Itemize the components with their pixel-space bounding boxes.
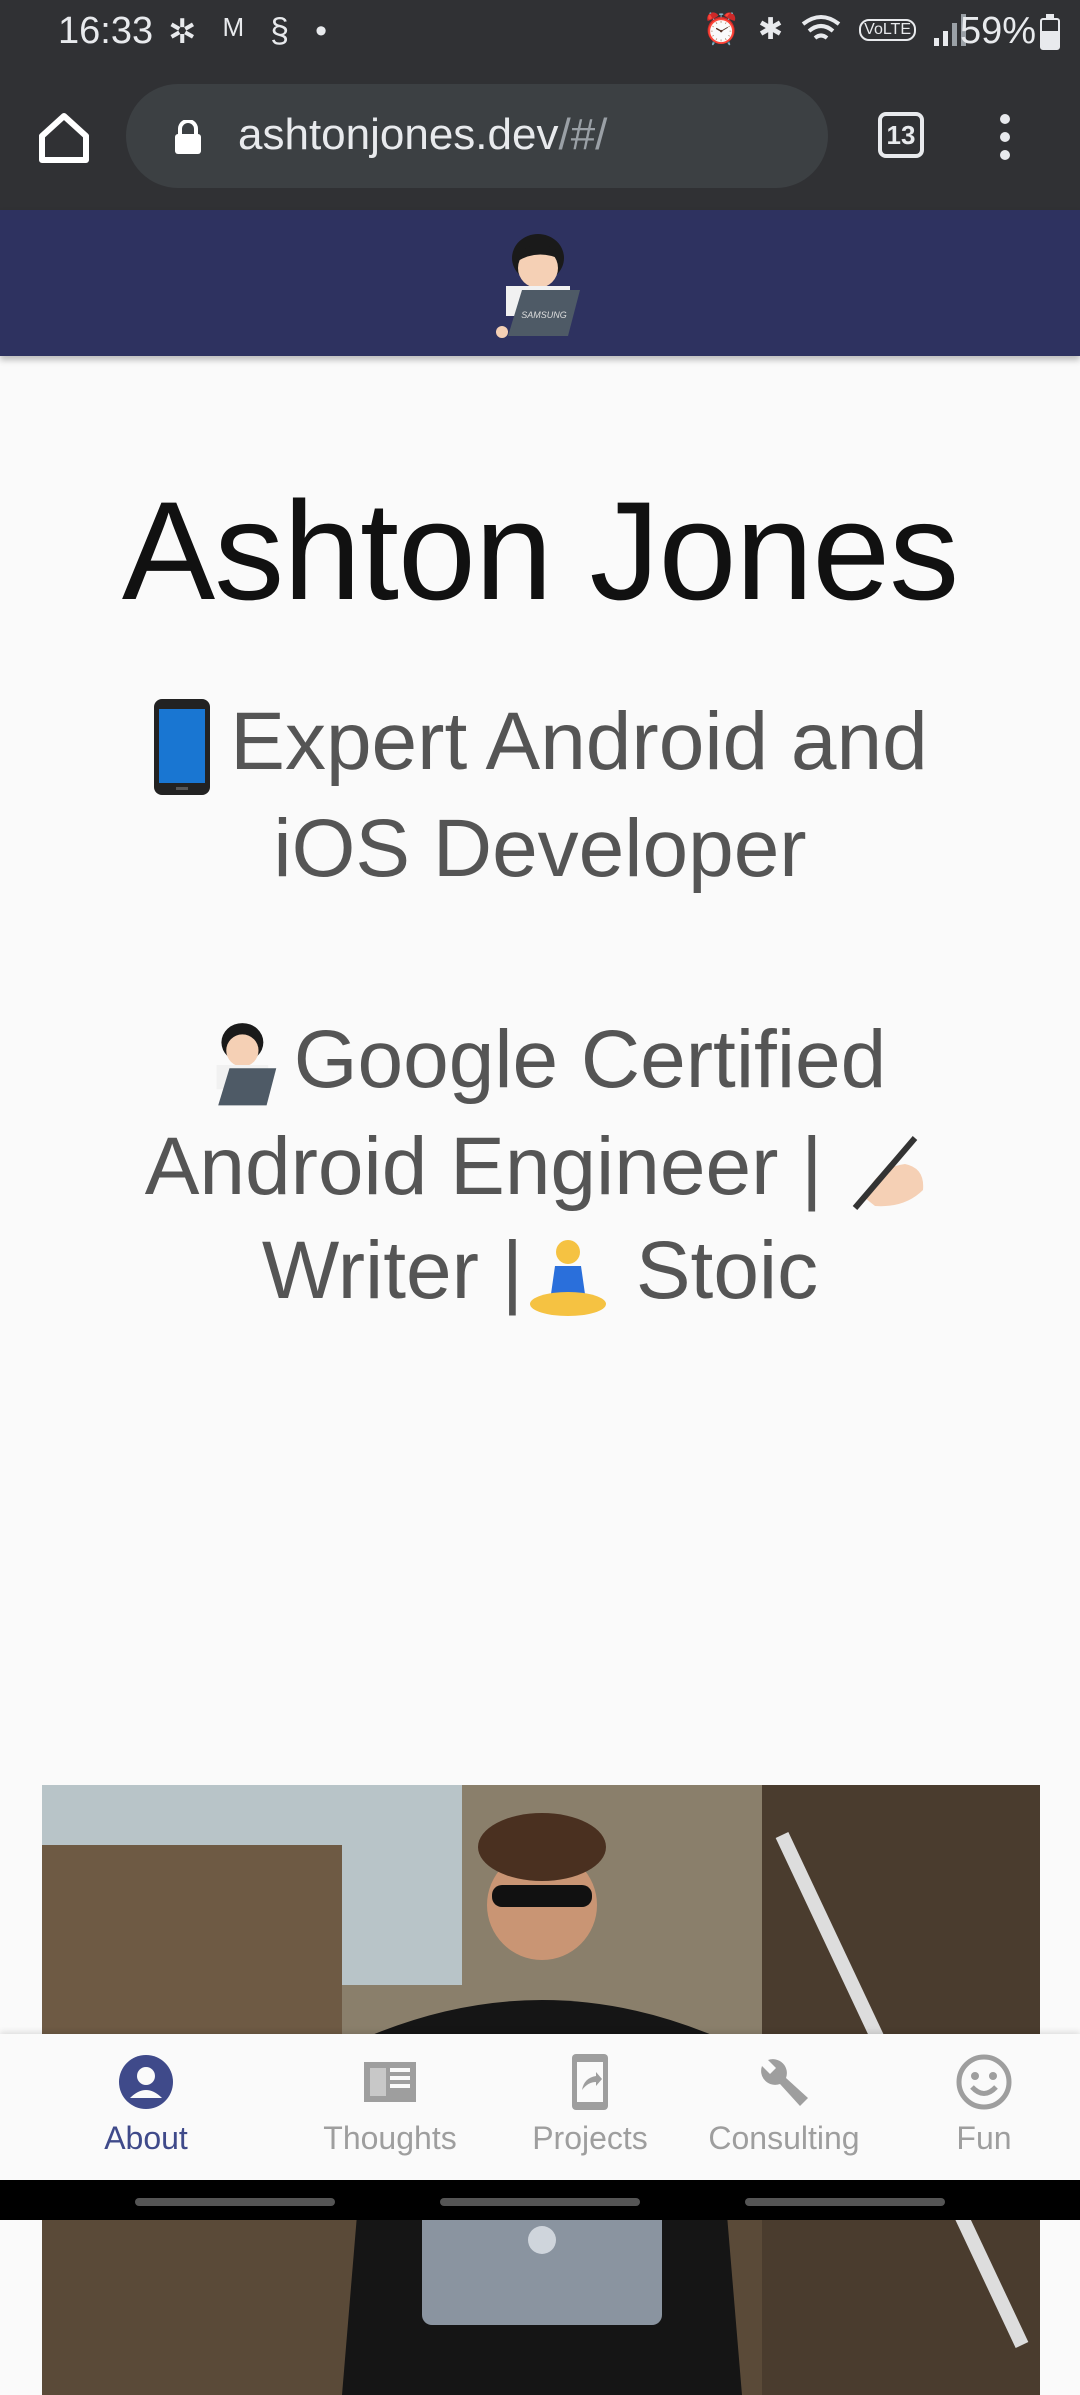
battery-percent: 59% [959, 10, 1036, 52]
shazam-icon: § [270, 12, 290, 50]
developer-emoji-icon [216, 1023, 276, 1106]
page-title: Ashton Jones [121, 472, 959, 629]
wrench-icon [761, 2059, 808, 2106]
tab-switcher-button[interactable]: 13 [878, 112, 924, 158]
address-bar[interactable]: ashtonjones.dev/#/ [126, 84, 828, 188]
gesture-home[interactable] [440, 2198, 640, 2206]
tagline-developer-text: Expert Android and iOS Developer [230, 696, 928, 895]
volte-icon: VoLTE [859, 18, 916, 41]
bottom-navigation: About Thoughts Projects Consulting Fun [0, 2034, 1080, 2180]
nav-thoughts[interactable]: Thoughts [290, 2052, 490, 2157]
gesture-back[interactable] [745, 2198, 945, 2206]
nav-about-label: About [104, 2120, 188, 2156]
share-icon [572, 2054, 608, 2110]
browser-toolbar: ashtonjones.dev/#/ 13 [0, 70, 1080, 210]
svg-text:SAMSUNG: SAMSUNG [521, 310, 567, 320]
meditation-icon [530, 1239, 607, 1316]
mobile-phone-icon [154, 699, 211, 796]
status-time: 16:33 [58, 10, 154, 52]
nav-fun[interactable]: Fun [884, 2052, 1080, 2157]
alarm-icon: ⏰ [702, 13, 741, 46]
system-gesture-bar [0, 2180, 1080, 2220]
article-icon [364, 2062, 416, 2102]
bluetooth-icon: ✱ [758, 13, 784, 46]
nav-thoughts-label: Thoughts [323, 2120, 457, 2156]
nav-projects[interactable]: Projects [490, 2052, 690, 2157]
gesture-recents[interactable] [135, 2198, 335, 2206]
developer-emoji-icon[interactable]: SAMSUNG [478, 224, 602, 348]
nav-consulting[interactable]: Consulting [684, 2052, 884, 2157]
person-icon [119, 2055, 173, 2109]
writing-hand-icon [852, 1135, 924, 1210]
tagline-roles-part2: Writer | [261, 1225, 524, 1317]
tagline-developer: Expert Android and iOS Developer [90, 690, 990, 901]
nav-about[interactable]: About [46, 2052, 246, 2157]
nav-fun-label: Fun [956, 2120, 1012, 2156]
app-header: SAMSUNG [0, 210, 1080, 356]
home-icon[interactable] [34, 108, 94, 168]
tagline-roles: Google Certified Android Engineer | Writ… [90, 1008, 990, 1323]
smiley-icon [956, 2054, 1012, 2110]
nav-consulting-label: Consulting [708, 2120, 860, 2156]
overflow-menu-icon[interactable] [990, 110, 1020, 166]
status-bar: 16:33 ✲ M § • ⏰ ✱ VoLTE 59% [0, 0, 1080, 70]
wifi-icon [801, 14, 841, 40]
lock-icon [175, 120, 201, 154]
url-text[interactable]: ashtonjones.dev/#/ [238, 110, 607, 160]
dot-icon: • [315, 12, 327, 50]
gmail-icon: M [222, 12, 245, 42]
pinwheel-icon: ✲ [168, 13, 197, 51]
tagline-roles-part3: Stoic [635, 1225, 819, 1317]
nav-projects-label: Projects [532, 2120, 648, 2156]
battery-icon [1040, 14, 1060, 50]
